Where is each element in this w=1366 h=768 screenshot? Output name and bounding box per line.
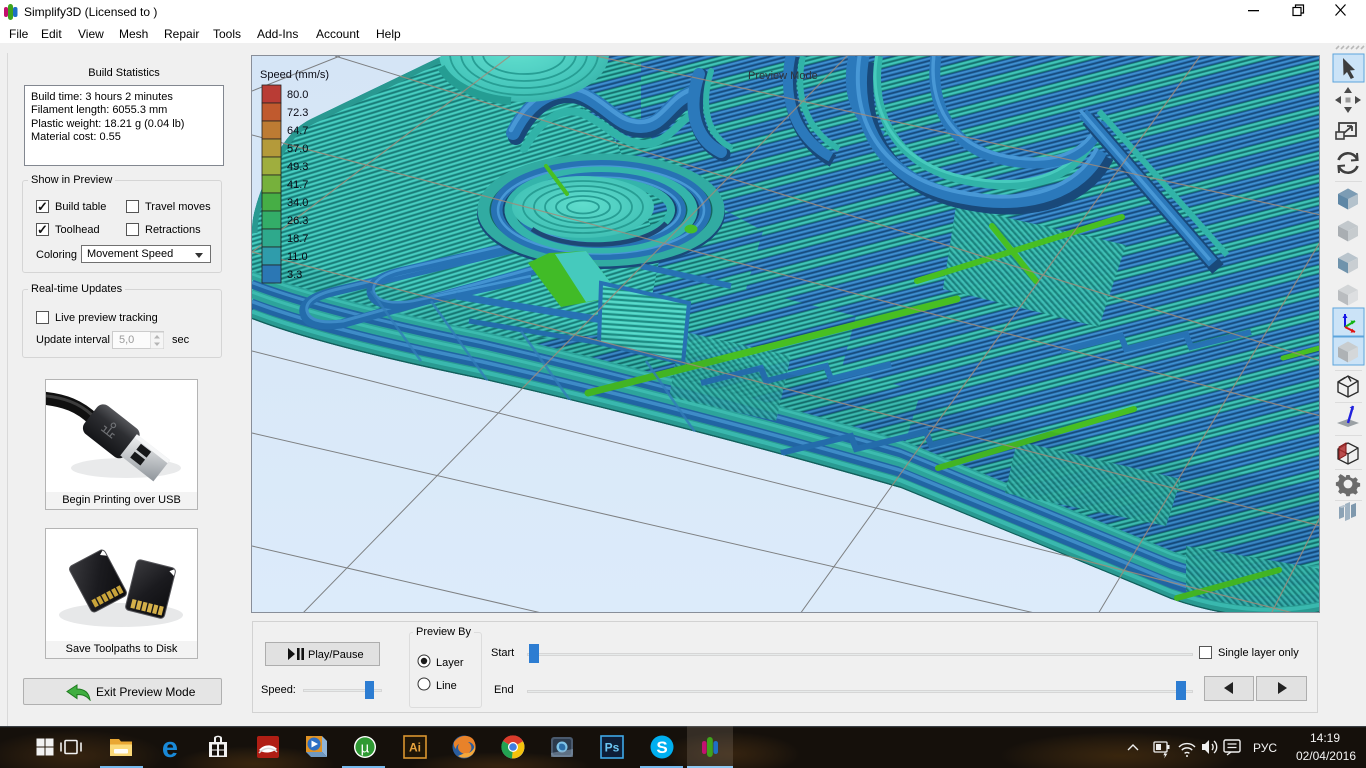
svg-text:3.3: 3.3 <box>287 269 302 281</box>
svg-text:02/04/2016: 02/04/2016 <box>1296 749 1356 763</box>
svg-text:11.0: 11.0 <box>287 251 308 263</box>
svg-text:49.3: 49.3 <box>287 161 308 173</box>
svg-text:41.7: 41.7 <box>287 179 308 191</box>
svg-text:14:19: 14:19 <box>1310 731 1340 745</box>
svg-text:80.0: 80.0 <box>287 89 308 101</box>
svg-text:e: e <box>162 732 178 764</box>
svg-text:64.7: 64.7 <box>287 125 308 137</box>
svg-text:Preview Mode: Preview Mode <box>748 70 818 82</box>
svg-text:РУС: РУС <box>1253 741 1277 755</box>
svg-text:Ai: Ai <box>409 741 421 755</box>
svg-text:Ps: Ps <box>605 741 620 755</box>
svg-text:S: S <box>656 738 667 757</box>
svg-text:34.0: 34.0 <box>287 197 308 209</box>
svg-text:Play/Pause: Play/Pause <box>308 649 364 661</box>
svg-text:µ: µ <box>361 740 370 757</box>
svg-text:26.3: 26.3 <box>287 215 308 227</box>
svg-text:57.0: 57.0 <box>287 143 308 155</box>
svg-text:72.3: 72.3 <box>287 107 308 119</box>
svg-text:18.7: 18.7 <box>287 233 308 245</box>
svg-text:Speed (mm/s): Speed (mm/s) <box>260 69 329 81</box>
